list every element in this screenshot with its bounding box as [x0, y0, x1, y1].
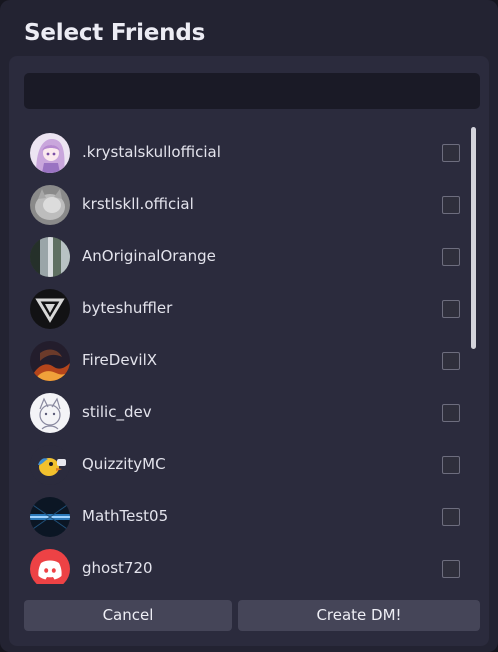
friends-list[interactable]: .krystalskullofficial krstlskll.official [24, 124, 480, 584]
fire-dragon-avatar [30, 341, 70, 381]
create-dm-button[interactable]: Create DM! [238, 600, 480, 631]
friend-row[interactable]: QuizzityMC [24, 438, 480, 490]
cancel-button[interactable]: Cancel [24, 600, 232, 631]
friend-username: ghost720 [82, 559, 153, 577]
friend-select-checkbox[interactable] [442, 404, 460, 422]
friend-row[interactable]: byteshuffler [24, 282, 480, 334]
friend-select-checkbox[interactable] [442, 456, 460, 474]
friend-row[interactable]: AnOriginalOrange [24, 230, 480, 282]
friend-select-checkbox[interactable] [442, 352, 460, 370]
friend-row[interactable]: MathTest05 [24, 490, 480, 542]
grey-cat-avatar [30, 185, 70, 225]
friend-select-checkbox[interactable] [442, 144, 460, 162]
sketch-character-avatar [30, 393, 70, 433]
friend-row[interactable]: krstlskll.official [24, 178, 480, 230]
friend-username: .krystalskullofficial [82, 143, 221, 161]
friend-username: MathTest05 [82, 507, 169, 525]
friend-username: byteshuffler [82, 299, 173, 317]
dialog-title: Select Friends [24, 20, 206, 46]
waterfall-avatar [30, 237, 70, 277]
friend-select-checkbox[interactable] [442, 248, 460, 266]
friend-row[interactable]: .krystalskullofficial [24, 126, 480, 178]
triangle-logo-avatar [30, 289, 70, 329]
yellow-bird-avatar [30, 445, 70, 485]
friend-username: krstlskll.official [82, 195, 194, 213]
friend-select-checkbox[interactable] [442, 196, 460, 214]
anime-girl-avatar [30, 133, 70, 173]
friend-row[interactable]: FireDevilX [24, 334, 480, 386]
friend-select-checkbox[interactable] [442, 300, 460, 318]
friend-username: AnOriginalOrange [82, 247, 216, 265]
friend-select-checkbox[interactable] [442, 560, 460, 578]
friend-row[interactable]: ghost720 [24, 542, 480, 584]
blue-tunnel-avatar [30, 497, 70, 537]
select-friends-dialog: Select Friends .krystalskullofficial krs… [0, 0, 498, 652]
friend-username: stilic_dev [82, 403, 152, 421]
friend-select-checkbox[interactable] [442, 508, 460, 526]
discord-logo-avatar [30, 549, 70, 584]
friend-row[interactable]: stilic_dev [24, 386, 480, 438]
friend-username: QuizzityMC [82, 455, 166, 473]
friend-username: FireDevilX [82, 351, 158, 369]
friends-list-scrollbar[interactable] [471, 127, 476, 349]
friend-search-input[interactable] [24, 73, 480, 109]
